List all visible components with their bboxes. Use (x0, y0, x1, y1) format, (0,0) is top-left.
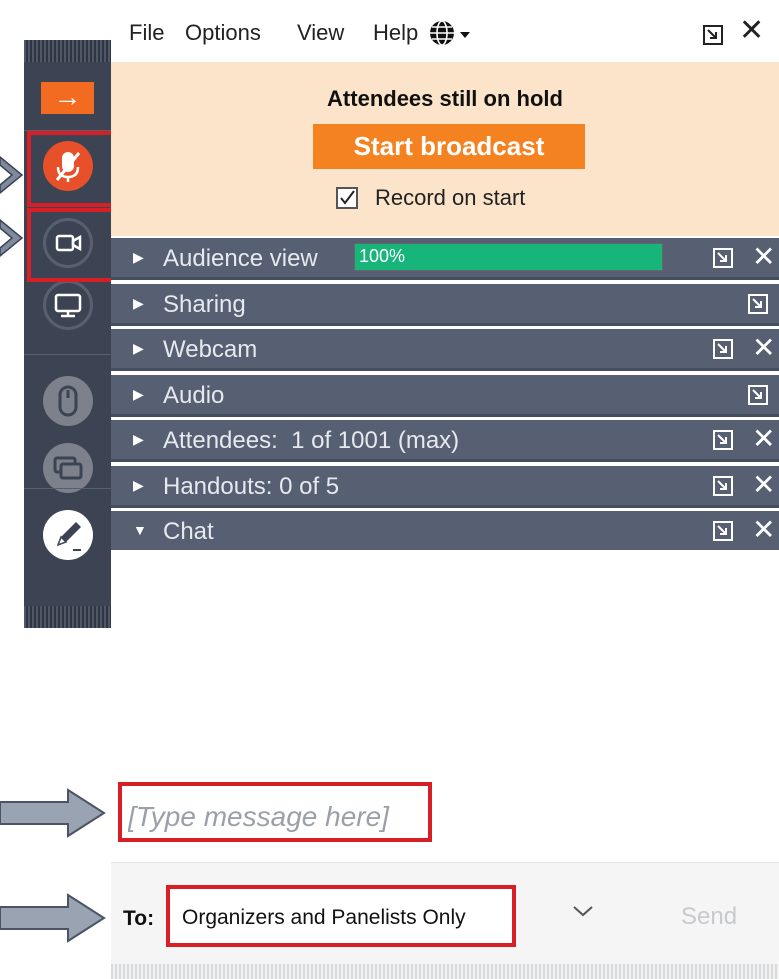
menu-options[interactable]: Options (185, 20, 261, 46)
close-icon[interactable]: ✕ (752, 240, 775, 274)
expand-triangle-icon[interactable]: ▶ (133, 249, 144, 266)
popout-icon[interactable] (747, 293, 769, 315)
chat-log (111, 550, 779, 772)
chat-monitor-button[interactable] (43, 443, 93, 493)
strip-grip-bottom[interactable] (24, 606, 111, 628)
send-button[interactable]: Send (681, 903, 737, 931)
panel-bar-chat[interactable]: ▼ Chat ✕ (111, 511, 779, 553)
draw-button[interactable] (43, 510, 93, 560)
record-on-start-label: Record on start (375, 185, 526, 210)
panel-bar-audience-view[interactable]: ▶ Audience view 100% ✕ (111, 238, 779, 280)
audience-view-progress: 100% (354, 243, 663, 271)
strip-grip-top[interactable] (24, 40, 111, 62)
close-icon[interactable]: ✕ (752, 422, 775, 456)
panel-bar-audio[interactable]: ▶ Audio (111, 375, 779, 417)
expand-triangle-icon[interactable]: ▶ (133, 386, 144, 403)
hold-status-text: Attendees still on hold (327, 86, 563, 111)
recipient-selected-value: Organizers and Panelists Only (182, 906, 466, 929)
pen-icon (56, 522, 81, 551)
hold-banner: Attendees still on hold Start broadcast … (111, 62, 779, 236)
control-strip: → (24, 40, 111, 628)
popout-icon[interactable] (712, 475, 734, 497)
close-icon[interactable]: ✕ (752, 513, 775, 547)
panel-bar-handouts[interactable]: ▶ Handouts: 0 of 5 ✕ (111, 466, 779, 508)
control-panel: File Options View Help ✕ Attendees still… (111, 0, 779, 979)
popout-icon[interactable] (712, 338, 734, 360)
to-label: To: (123, 907, 155, 930)
popout-icon[interactable] (702, 24, 724, 46)
recipient-select[interactable]: Organizers and Panelists Only (166, 885, 516, 947)
panel-label: Sharing (163, 291, 246, 318)
close-icon[interactable]: ✕ (739, 14, 764, 48)
microphone-highlight-box (27, 131, 116, 207)
mouse-icon (58, 385, 78, 417)
expand-triangle-icon[interactable]: ▶ (133, 295, 144, 312)
resize-grip[interactable] (111, 964, 779, 979)
panel-bar-attendees[interactable]: ▶ Attendees: 1 of 1001 (max) ✕ (111, 420, 779, 462)
screen-share-button[interactable] (43, 280, 93, 330)
panel-label: Webcam (163, 336, 258, 363)
menu-view[interactable]: View (297, 20, 344, 46)
chat-send-bar: To: Organizers and Panelists Only Send (111, 862, 779, 965)
globe-icon[interactable] (427, 18, 473, 50)
pointer-arrow-icon (0, 156, 24, 194)
checkmark-icon (340, 190, 355, 205)
chevron-down-icon[interactable] (571, 903, 595, 919)
panel-label: Chat (163, 518, 214, 545)
close-icon[interactable]: ✕ (752, 331, 775, 365)
panel-label: Attendees: 1 of 1001 (max) (163, 427, 460, 454)
menu-file[interactable]: File (129, 20, 164, 46)
webcam-highlight-box (27, 208, 116, 282)
expand-triangle-icon[interactable]: ▶ (133, 340, 144, 357)
panel-label: Handouts: 0 of 5 (163, 473, 340, 500)
popout-icon[interactable] (712, 429, 734, 451)
arrow-right-icon[interactable]: → (41, 82, 94, 114)
close-icon[interactable]: ✕ (752, 468, 775, 502)
chat-message-input[interactable] (118, 782, 432, 842)
panel-bar-webcam[interactable]: ▶ Webcam ✕ (111, 329, 779, 371)
progress-text: 100% (359, 246, 406, 266)
panel-label: Audience view (163, 245, 318, 272)
mouse-control-button[interactable] (43, 376, 93, 426)
expand-triangle-icon[interactable]: ▶ (133, 477, 144, 494)
popout-icon[interactable] (747, 384, 769, 406)
panel-bar-sharing[interactable]: ▶ Sharing (111, 284, 779, 326)
pointer-arrow-icon (0, 788, 106, 838)
strip-divider (24, 488, 111, 489)
start-broadcast-button[interactable]: Start broadcast (313, 124, 585, 169)
menu-help[interactable]: Help (373, 20, 418, 46)
expand-triangle-icon[interactable]: ▶ (133, 431, 144, 448)
menu-bar: File Options View Help ✕ (111, 0, 779, 62)
popout-icon[interactable] (712, 247, 734, 269)
chat-monitor-icon (53, 456, 83, 480)
collapse-triangle-icon[interactable]: ▼ (133, 522, 147, 538)
popout-icon[interactable] (712, 520, 734, 542)
pointer-arrow-icon (0, 893, 106, 943)
screen-share-icon (54, 293, 82, 318)
strip-divider (24, 354, 111, 355)
panel-label: Audio (163, 382, 225, 409)
record-on-start-checkbox[interactable] (336, 187, 358, 209)
pointer-arrow-icon (0, 219, 24, 257)
